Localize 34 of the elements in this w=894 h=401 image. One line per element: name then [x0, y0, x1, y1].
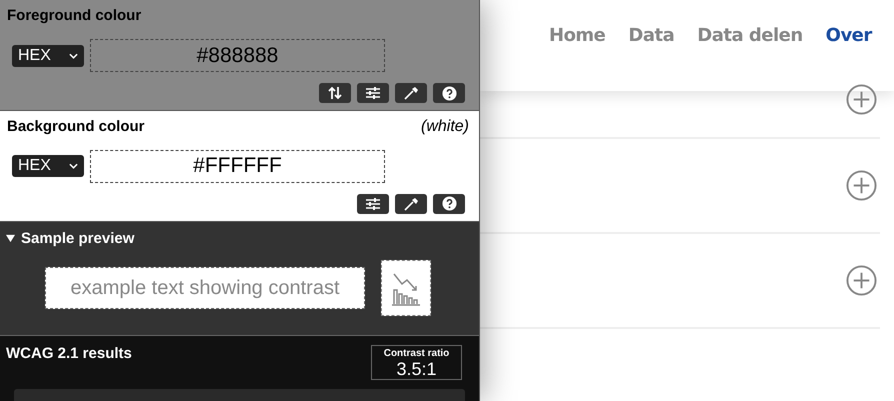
sliders-icon: [365, 196, 381, 211]
expand-icon[interactable]: [846, 84, 877, 115]
format-dropdown[interactable]: HEX: [12, 155, 84, 178]
section-title: Foreground colour: [7, 7, 142, 24]
colour-name: (white): [420, 118, 469, 136]
triangle-icon: [6, 234, 15, 244]
help-icon: [442, 196, 456, 212]
nav-link[interactable]: Data: [628, 25, 674, 46]
format-dropdown[interactable]: HEX: [12, 44, 84, 66]
expand-icon[interactable]: [846, 265, 877, 296]
nav-link[interactable]: Over: [826, 25, 872, 46]
help-button[interactable]: [433, 83, 465, 103]
nav-link[interactable]: Home: [549, 25, 606, 46]
eyedropper-button[interactable]: [395, 194, 427, 214]
chevron-icon: [69, 163, 78, 170]
swap-button[interactable]: [319, 83, 351, 103]
help-button[interactable]: [433, 194, 465, 214]
sliders-button[interactable]: [357, 194, 389, 214]
sliders-icon: [365, 86, 381, 100]
expand-icon[interactable]: [846, 170, 877, 201]
swap-arrows-icon: [327, 86, 343, 100]
hex-input-field[interactable]: #FFFFFF: [90, 150, 385, 183]
chevron-icon: [69, 52, 78, 58]
eyedropper-button[interactable]: [395, 83, 427, 103]
results-title: WCAG 2.1 results: [6, 344, 132, 362]
section-title: Background colour: [7, 118, 145, 135]
chart-sample-icon: [381, 260, 431, 316]
sample-text: example text showing contrast: [45, 267, 365, 310]
hex-input-field[interactable]: #888888: [90, 39, 385, 72]
nav-link[interactable]: Data delen: [697, 25, 803, 46]
contrast-ratio-box: Contrast ratio 3.5:1: [371, 344, 462, 380]
sliders-button[interactable]: [357, 83, 389, 103]
help-icon: [442, 86, 456, 100]
sample-preview-toggle[interactable]: Sample preview: [6, 230, 473, 248]
